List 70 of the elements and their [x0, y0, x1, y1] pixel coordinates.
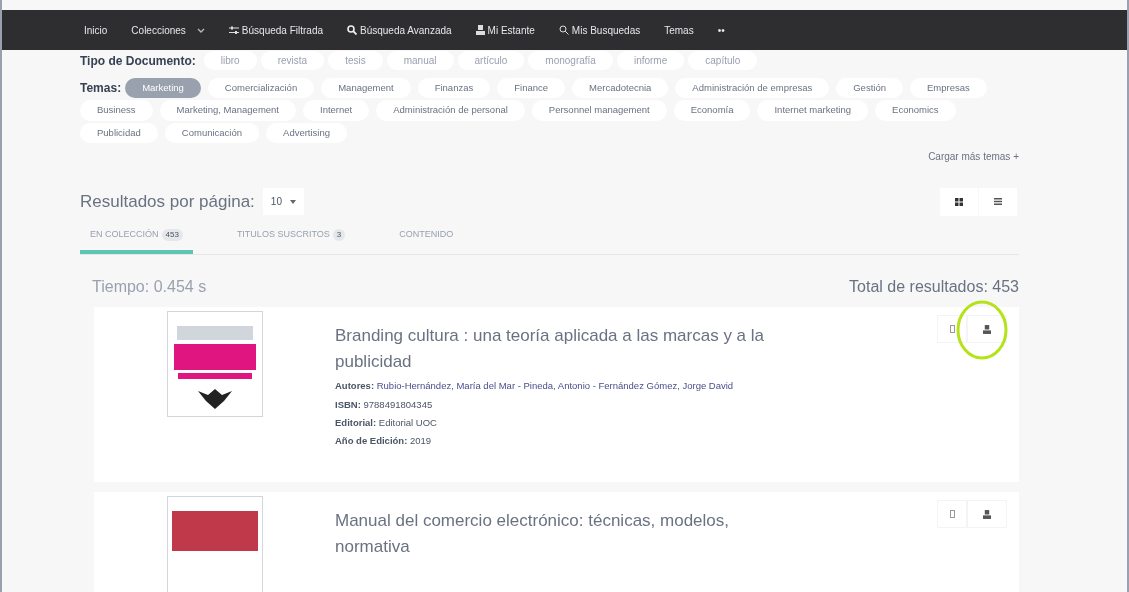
list-view-button[interactable] [979, 187, 1017, 216]
shelf-icon [983, 509, 991, 519]
topic-chip[interactable]: Publicidad [80, 122, 158, 143]
nav-link[interactable]: Inicio [84, 22, 108, 38]
result-tab[interactable]: EN COLECCIÓN 453 [80, 227, 193, 255]
list-icon [994, 198, 1002, 206]
grid-icon [955, 197, 963, 206]
caret-icon [289, 199, 296, 204]
shelf-icon [475, 25, 485, 35]
document-type-chip[interactable]: libro [203, 51, 257, 70]
topic-chip[interactable]: Administración de empresas [675, 78, 830, 99]
add-to-shelf-button[interactable] [967, 315, 1007, 344]
bookmark-icon [949, 510, 955, 519]
topic-chip[interactable]: Management [321, 78, 411, 99]
document-type-chip[interactable]: revista [260, 51, 325, 70]
topic-chip[interactable]: Empresas [909, 78, 987, 99]
topic-chip[interactable]: Finanzas [417, 78, 491, 99]
load-more-topics-link[interactable]: Cargar más temas + [928, 148, 1019, 164]
result-title-link[interactable]: Branding cultura : una teoría aplicada a las marcas y a la publicidad [335, 323, 785, 376]
bookmark-button[interactable] [937, 315, 967, 344]
results-per-page-dropdown[interactable]: 10 [262, 188, 304, 216]
document-type-chip[interactable]: artículo [457, 51, 525, 70]
result-detail: Año de Edición: 2019 [335, 434, 433, 448]
nav-link[interactable]: Búsqueda Filtrada [228, 22, 323, 38]
result-detail: Autores: Rubio-Hernández, María del Mar - Pineda, Antonio - Fernández Gómez, Jorge David [335, 379, 735, 394]
topic-chip[interactable]: Internet marketing [757, 100, 869, 121]
result-tab[interactable]: TITULOS SUSCRITOS 3 [226, 227, 356, 255]
add-to-shelf-button[interactable] [967, 500, 1007, 529]
topics-label: Temas: [80, 80, 122, 98]
document-type-chip[interactable]: tesis [328, 51, 383, 70]
document-type-chip[interactable]: monografía [528, 51, 613, 70]
topic-chip[interactable]: Comercialización [207, 78, 315, 99]
result-title-link[interactable]: Manual del comercio electrónico: técnicas, modelos, normativa [335, 508, 785, 561]
document-type-chip[interactable]: manual [386, 51, 454, 70]
results-per-page-label: Resultados por página: [80, 191, 255, 213]
topic-chip[interactable]: Personnel management [531, 100, 667, 121]
caret-icon [196, 27, 205, 33]
sliders-icon [228, 25, 239, 35]
document-type-label: Tipo de Documento: [80, 52, 196, 70]
topic-chip[interactable]: Economía [673, 100, 751, 121]
nav-link[interactable]: Búsqueda Avanzada [347, 22, 452, 38]
bookmark-button[interactable] [937, 500, 967, 529]
topic-chip[interactable]: Gestión [836, 78, 903, 99]
total-results: Total de resultados: 453 [849, 277, 1019, 298]
nav-link[interactable]: Mis Busquedas [558, 22, 641, 38]
nav-link[interactable]: Temas [664, 22, 694, 38]
result-detail: ISBN: 9788491804345 [335, 397, 434, 412]
grid-view-button[interactable] [940, 187, 978, 216]
topic-chip[interactable]: Comunicación [164, 122, 260, 143]
topic-chip[interactable]: Business [80, 100, 153, 121]
topic-chip[interactable]: Advertising [266, 122, 348, 143]
search-icon [558, 25, 569, 35]
tab-count-badge: 453 [161, 228, 183, 241]
bookmark-icon [949, 325, 955, 334]
topic-chip[interactable]: Mercadotecnia [572, 78, 669, 99]
tab-count-badge: 3 [332, 228, 346, 241]
search-time: Tiempo: 0.454 s [92, 277, 207, 298]
nav-link[interactable]: Colecciones [131, 22, 205, 38]
topic-chip[interactable]: Finance [497, 78, 566, 99]
topic-chip[interactable]: Administración de personal [376, 100, 525, 121]
shelf-icon [983, 324, 991, 334]
document-type-chip[interactable]: capítulo [688, 51, 758, 70]
search-icon [347, 25, 357, 35]
nav-link[interactable]: •• [717, 22, 725, 38]
result-detail: Editorial: Editorial UOC [335, 415, 438, 430]
topic-chip[interactable]: Internet [303, 100, 370, 121]
topic-chip[interactable]: Marketing, Management [159, 100, 296, 121]
nav-link[interactable]: Mi Estante [475, 22, 535, 38]
topic-chip[interactable]: Economics [875, 100, 956, 121]
document-type-chip[interactable]: informe [616, 51, 685, 70]
